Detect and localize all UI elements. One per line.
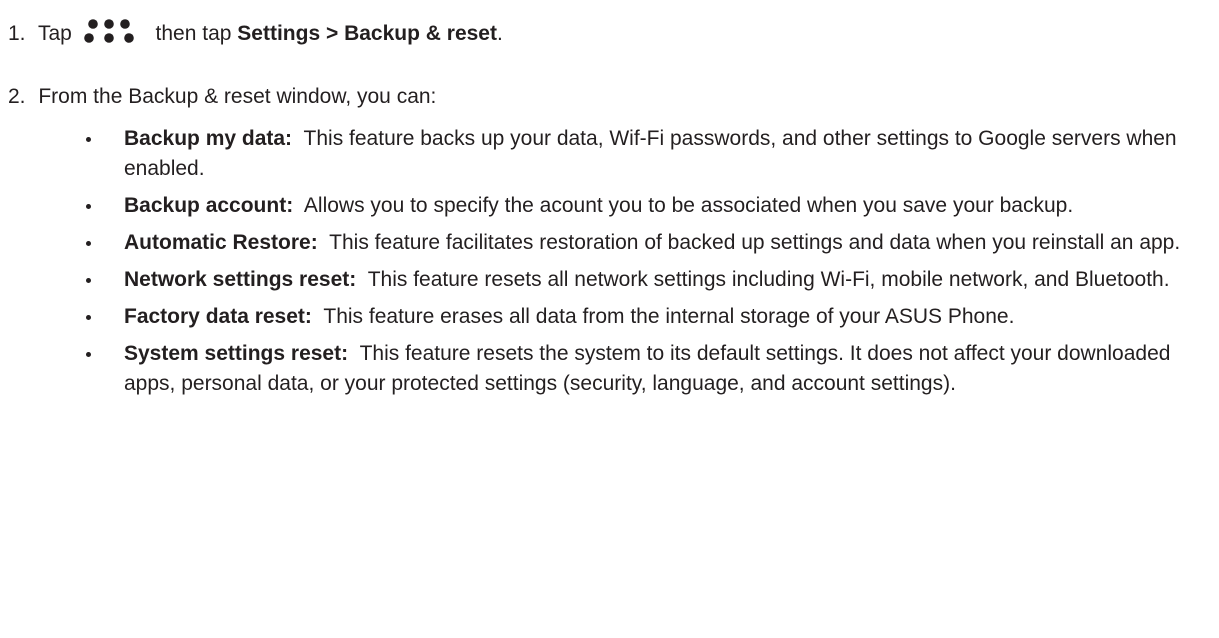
list-item-automatic-restore: Automatic Restore: This feature facilita… xyxy=(86,228,1209,258)
list-item-network-settings-reset: Network settings reset: This feature res… xyxy=(86,265,1209,295)
backup-options-list: Backup my data: This feature backs up yo… xyxy=(0,124,1219,406)
option-term: Network settings reset: xyxy=(124,268,357,291)
step-number: 2. xyxy=(8,85,26,108)
option-description: Allows you to specify the acount you to … xyxy=(303,194,1074,217)
path-separator: > xyxy=(325,22,339,45)
option-description: This feature facilitates restoration of … xyxy=(329,231,1181,254)
step-number: 1. xyxy=(8,22,26,45)
settings-path-label: Settings xyxy=(237,22,321,45)
step-text-tap: Tap xyxy=(37,22,72,45)
option-term: Backup my data: xyxy=(124,127,293,150)
bullet-icon xyxy=(86,241,91,246)
option-description: This feature resets all network settings… xyxy=(367,268,1170,291)
step-text-then-tap: then tap xyxy=(155,22,232,45)
step-2: 2. From the Backup & reset window, you c… xyxy=(8,82,436,112)
bullet-icon xyxy=(86,315,91,320)
option-term: Automatic Restore: xyxy=(124,231,318,254)
list-item-backup-my-data: Backup my data: This feature backs up yo… xyxy=(86,124,1209,184)
list-item-system-settings-reset: System settings reset: This feature rese… xyxy=(86,339,1209,399)
option-description: This feature erases all data from the in… xyxy=(323,305,1015,328)
bullet-icon xyxy=(86,137,91,142)
bullet-icon xyxy=(86,278,91,283)
backup-reset-path-label: Backup & reset xyxy=(344,22,497,45)
more-options-dots-icon xyxy=(83,17,144,45)
option-term: Factory data reset: xyxy=(124,305,312,328)
list-item-backup-account: Backup account: Allows you to specify th… xyxy=(86,191,1209,221)
option-term: Backup account: xyxy=(124,194,294,217)
option-term: System settings reset: xyxy=(124,342,349,365)
step-1: 1. Tap then tap Settings > Backup & rese… xyxy=(8,17,503,49)
list-item-factory-data-reset: Factory data reset: This feature erases … xyxy=(86,302,1209,332)
step-period: . xyxy=(496,22,503,45)
bullet-icon xyxy=(86,352,91,357)
bullet-icon xyxy=(86,204,91,209)
step-text: From the Backup & reset window, you can: xyxy=(38,85,437,108)
